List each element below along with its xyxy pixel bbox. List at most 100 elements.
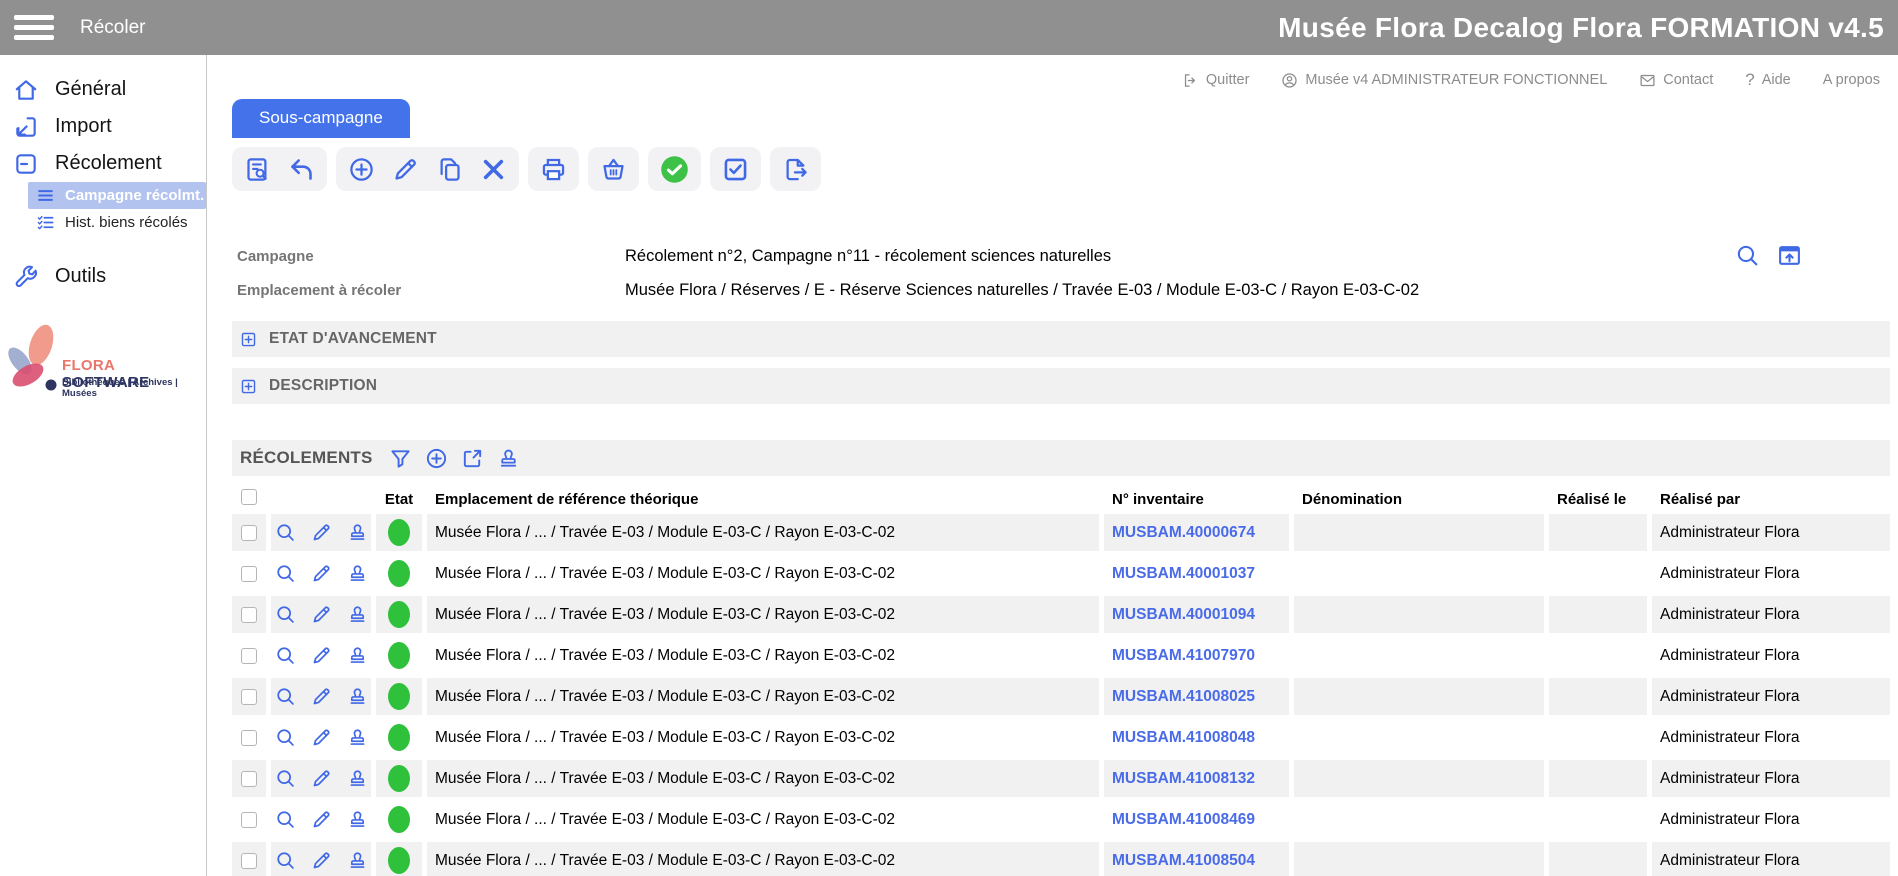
- current-user[interactable]: Musée v4 ADMINISTRATEUR FONCTIONNEL: [1281, 72, 1607, 89]
- row-emplacement: Musée Flora / ... / Travée E-03 / Module…: [427, 637, 1099, 674]
- view-search-icon[interactable]: [275, 850, 296, 871]
- row-checkbox[interactable]: [241, 812, 257, 828]
- add-circle-icon[interactable]: [348, 156, 375, 183]
- inventory-number-link[interactable]: MUSBAM.41008025: [1104, 688, 1255, 706]
- row-denomination: [1294, 801, 1544, 838]
- sidebar-item-outils[interactable]: Outils: [0, 258, 206, 295]
- undo-icon[interactable]: [288, 156, 315, 183]
- edit-pencil-icon[interactable]: [311, 645, 332, 666]
- expand-plus-icon[interactable]: [240, 378, 257, 395]
- open-window-icon[interactable]: [1777, 243, 1802, 268]
- emplacement-label: Emplacement à récoler: [237, 282, 625, 299]
- aide-link[interactable]: ? Aide: [1745, 70, 1791, 90]
- view-search-icon[interactable]: [275, 809, 296, 830]
- table-row: Musée Flora / ... / Travée E-03 / Module…: [232, 678, 1890, 715]
- sidebar-item-general[interactable]: Général: [0, 71, 206, 108]
- inventory-number-link[interactable]: MUSBAM.41007970: [1104, 647, 1255, 665]
- stamp-icon[interactable]: [347, 809, 368, 830]
- view-search-icon[interactable]: [275, 686, 296, 707]
- view-search-icon[interactable]: [275, 645, 296, 666]
- validate-green-check-icon[interactable]: [660, 155, 689, 184]
- copy-icon[interactable]: [436, 156, 463, 183]
- stamp-icon[interactable]: [347, 686, 368, 707]
- list-search-icon[interactable]: [244, 156, 271, 183]
- inventory-number-link[interactable]: MUSBAM.40000674: [1104, 524, 1255, 542]
- sidebar-item-campagne-recolmt[interactable]: Campagne récolmt.: [28, 182, 206, 209]
- edit-pencil-icon[interactable]: [311, 604, 332, 625]
- sidebar-item-label: Récolement: [55, 152, 162, 175]
- row-checkbox[interactable]: [241, 771, 257, 787]
- table-row: Musée Flora / ... / Travée E-03 / Module…: [232, 801, 1890, 838]
- sidebar-item-label: Campagne récolmt.: [65, 187, 204, 204]
- row-checkbox[interactable]: [241, 607, 257, 623]
- edit-pencil-icon[interactable]: [311, 563, 332, 584]
- sidebar: Général Import Récolement Campagne récol…: [0, 55, 207, 876]
- edit-pencil-icon[interactable]: [311, 768, 332, 789]
- view-search-icon[interactable]: [275, 768, 296, 789]
- row-checkbox[interactable]: [241, 689, 257, 705]
- stamp-icon[interactable]: [347, 522, 368, 543]
- inventory-number-link[interactable]: MUSBAM.40001094: [1104, 606, 1255, 624]
- toolbar-group-export: [770, 147, 821, 191]
- inventory-number-link[interactable]: MUSBAM.40001037: [1104, 565, 1255, 583]
- filter-funnel-icon[interactable]: [389, 447, 412, 470]
- basket-icon[interactable]: [600, 156, 627, 183]
- search-icon[interactable]: [1735, 243, 1760, 268]
- row-realise-le: [1549, 514, 1647, 551]
- stamp-icon[interactable]: [347, 768, 368, 789]
- section-title: DESCRIPTION: [269, 377, 377, 395]
- inventory-number-link[interactable]: MUSBAM.41008504: [1104, 852, 1255, 870]
- stamp-icon[interactable]: [497, 447, 520, 470]
- stamp-icon[interactable]: [347, 645, 368, 666]
- sidebar-item-recolement[interactable]: Récolement: [0, 145, 206, 182]
- sidebar-item-hist-biens-recoles[interactable]: Hist. biens récolés: [28, 209, 206, 236]
- hamburger-menu-icon[interactable]: [14, 15, 54, 40]
- stamp-icon[interactable]: [347, 850, 368, 871]
- inventory-number-link[interactable]: MUSBAM.41008048: [1104, 729, 1255, 747]
- row-checkbox[interactable]: [241, 730, 257, 746]
- table-row: Musée Flora / ... / Travée E-03 / Module…: [232, 842, 1890, 876]
- view-search-icon[interactable]: [275, 522, 296, 543]
- add-circle-icon[interactable]: [425, 447, 448, 470]
- row-emplacement: Musée Flora / ... / Travée E-03 / Module…: [427, 596, 1099, 633]
- edit-pencil-icon[interactable]: [392, 156, 419, 183]
- edit-pencil-icon[interactable]: [311, 809, 332, 830]
- expand-plus-icon[interactable]: [240, 331, 257, 348]
- apropos-link[interactable]: A propos: [1823, 72, 1880, 88]
- print-icon[interactable]: [540, 156, 567, 183]
- row-emplacement: Musée Flora / ... / Travée E-03 / Module…: [427, 678, 1099, 715]
- stamp-icon[interactable]: [347, 604, 368, 625]
- row-checkbox[interactable]: [241, 566, 257, 582]
- sidebar-item-import[interactable]: Import: [0, 108, 206, 145]
- campagne-field-actions: [1735, 243, 1802, 268]
- row-checkbox[interactable]: [241, 525, 257, 541]
- inventory-number-link[interactable]: MUSBAM.41008469: [1104, 811, 1255, 829]
- edit-pencil-icon[interactable]: [311, 727, 332, 748]
- edit-pencil-icon[interactable]: [311, 522, 332, 543]
- row-checkbox[interactable]: [241, 853, 257, 869]
- view-search-icon[interactable]: [275, 604, 296, 625]
- checkbox-check-icon[interactable]: [722, 156, 749, 183]
- table-row: Musée Flora / ... / Travée E-03 / Module…: [232, 514, 1890, 551]
- row-checkbox[interactable]: [241, 648, 257, 664]
- stamp-icon[interactable]: [347, 727, 368, 748]
- export-icon[interactable]: [782, 156, 809, 183]
- exit-icon: [1182, 72, 1199, 89]
- campagne-label: Campagne: [237, 248, 625, 265]
- contact-link[interactable]: Contact: [1639, 72, 1713, 89]
- view-search-icon[interactable]: [275, 563, 296, 584]
- stamp-icon[interactable]: [347, 563, 368, 584]
- external-link-icon[interactable]: [461, 447, 484, 470]
- delete-x-icon[interactable]: [480, 156, 507, 183]
- row-denomination: [1294, 719, 1544, 756]
- row-denomination: [1294, 514, 1544, 551]
- edit-pencil-icon[interactable]: [311, 850, 332, 871]
- row-emplacement: Musée Flora / ... / Travée E-03 / Module…: [427, 760, 1099, 797]
- inventory-number-link[interactable]: MUSBAM.41008132: [1104, 770, 1255, 788]
- tab-sous-campagne[interactable]: Sous-campagne: [232, 99, 410, 138]
- edit-pencil-icon[interactable]: [311, 686, 332, 707]
- view-search-icon[interactable]: [275, 727, 296, 748]
- select-all-checkbox[interactable]: [241, 489, 257, 505]
- campaign-fields: Campagne Récolement n°2, Campagne n°11 -…: [237, 239, 1898, 307]
- quitter-link[interactable]: Quitter: [1182, 72, 1250, 89]
